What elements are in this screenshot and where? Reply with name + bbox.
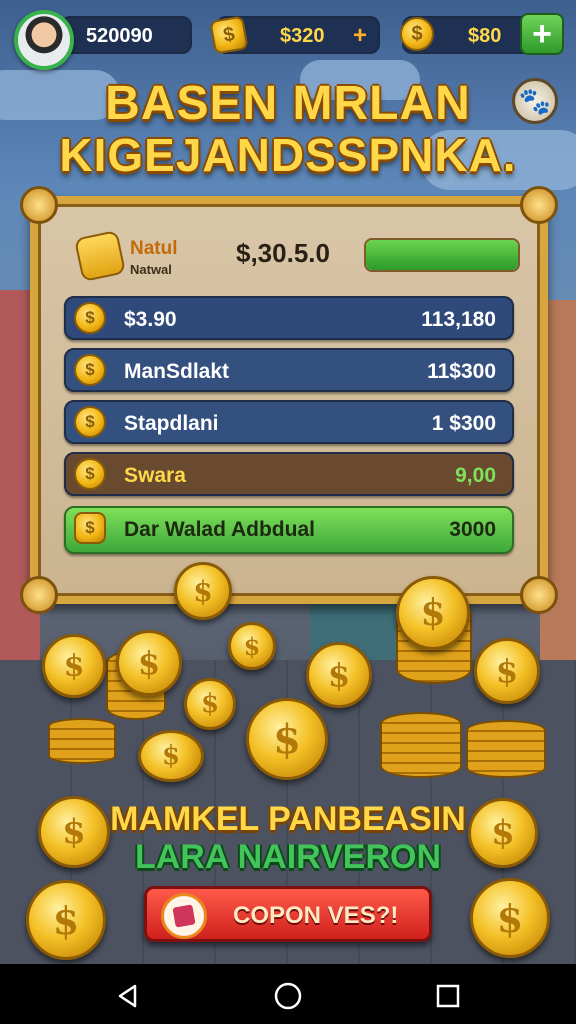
row-value: 3000 bbox=[449, 518, 496, 541]
currency-1-value: $320 bbox=[280, 25, 325, 47]
row-value: 11$300 bbox=[427, 360, 496, 383]
row-value: 113,180 bbox=[421, 308, 496, 331]
panel-header-subtitle: Natwal bbox=[130, 262, 172, 277]
panel-corner-ornament bbox=[520, 576, 558, 614]
dollar-coin-icon: $ bbox=[74, 458, 106, 490]
coin-stack bbox=[380, 712, 462, 778]
back-icon[interactable] bbox=[114, 982, 142, 1010]
panel-header-name: Natul bbox=[130, 238, 178, 259]
treasure-icon bbox=[73, 229, 127, 283]
panel-header-amount: $,30.5.0 bbox=[236, 238, 330, 268]
coin-icon: $ bbox=[400, 17, 434, 51]
dollar-coin-icon: $ bbox=[26, 880, 106, 960]
dollar-coin-icon: $ bbox=[116, 630, 182, 696]
earnings-panel: Natul Natwal $,30.5.0 $ $3.90 113,180 $ … bbox=[20, 186, 558, 614]
dollar-coin-icon: $ bbox=[470, 878, 550, 958]
system-nav-bar bbox=[0, 964, 576, 1024]
player-avatar[interactable] bbox=[14, 10, 74, 70]
promo-line-2: LARA NAIRVERON bbox=[134, 838, 442, 876]
currency-2-value: $80 bbox=[468, 25, 502, 47]
add-currency-2-button[interactable]: + bbox=[520, 13, 564, 55]
game-title-line-2: KIGEJANDSSPNKA. bbox=[59, 129, 517, 181]
dollar-coin-icon: $ bbox=[138, 730, 204, 782]
dollar-coin-icon: $ bbox=[228, 622, 276, 670]
dollar-coin-icon: $ bbox=[74, 406, 106, 438]
dollar-coin-icon: $ bbox=[74, 354, 106, 386]
panel-corner-ornament bbox=[20, 186, 58, 224]
row-label: Stapdlani bbox=[124, 412, 219, 435]
dollar-coin-icon: $ bbox=[306, 642, 372, 708]
panel-corner-ornament bbox=[520, 186, 558, 224]
score-value: 520090 bbox=[86, 25, 153, 47]
pet-icon[interactable]: 🐾 bbox=[512, 78, 558, 124]
row-label: ManSdlakt bbox=[124, 360, 230, 383]
coin-stack bbox=[466, 720, 546, 778]
list-item-highlighted[interactable]: $ Dar Walad Adbdual 3000 bbox=[64, 506, 514, 554]
game-title-line-1: BASEN MRLAN bbox=[105, 77, 471, 130]
list-item[interactable]: $ Swara 9,00 bbox=[64, 452, 514, 496]
panel-header: Natul Natwal $,30.5.0 bbox=[64, 226, 524, 286]
row-value: 1 $300 bbox=[431, 412, 496, 435]
coin-stack-icon: $ bbox=[74, 512, 106, 544]
coin-stack bbox=[48, 718, 116, 764]
progress-bar bbox=[364, 238, 520, 272]
dollar-coin-icon: $ bbox=[74, 302, 106, 334]
coupon-button[interactable]: COPON VES?! bbox=[144, 886, 432, 942]
gift-icon bbox=[161, 893, 207, 939]
recents-icon[interactable] bbox=[434, 982, 462, 1010]
row-label: Swara bbox=[124, 464, 186, 487]
coupon-button-label: COPON VES?! bbox=[233, 902, 399, 929]
dollar-coin-icon: $ bbox=[174, 562, 232, 620]
coin-icon: $ bbox=[209, 15, 249, 55]
list-item[interactable]: $ Stapdlani 1 $300 bbox=[64, 400, 514, 444]
progress-bar-fill bbox=[366, 240, 518, 270]
row-value: 9,00 bbox=[455, 464, 496, 487]
list-item[interactable]: $ ManSdlakt 11$300 bbox=[64, 348, 514, 392]
currency-pill-1: $ $320 + bbox=[209, 15, 380, 55]
row-label: $3.90 bbox=[124, 308, 177, 331]
dollar-coin-icon: $ bbox=[184, 678, 236, 730]
dollar-coin-icon: $ bbox=[474, 638, 540, 704]
dollar-coin-icon: $ bbox=[396, 576, 470, 650]
dollar-coin-icon: $ bbox=[42, 634, 106, 698]
dollar-coin-icon: $ bbox=[246, 698, 328, 780]
home-icon[interactable] bbox=[274, 982, 302, 1010]
promo-line-1: MAMKEL PANBEASIN bbox=[110, 800, 466, 838]
list-item[interactable]: $ $3.90 113,180 bbox=[64, 296, 514, 340]
top-bar: 520090 $ $320 + $ $80 + bbox=[10, 10, 566, 70]
row-label: Dar Walad Adbdual bbox=[124, 518, 315, 541]
add-currency-1-button[interactable]: + bbox=[346, 22, 374, 50]
score-pill: 520090 bbox=[60, 16, 192, 54]
panel-corner-ornament bbox=[20, 576, 58, 614]
